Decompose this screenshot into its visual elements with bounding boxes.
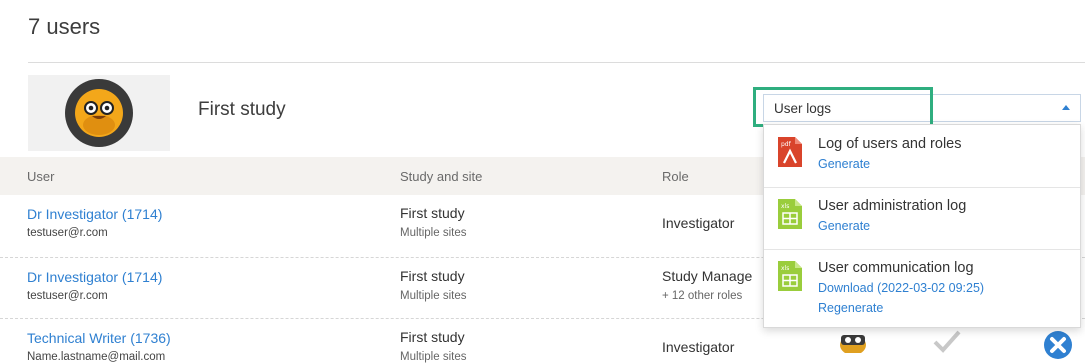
user-link[interactable]: Dr Investigator (1714) (27, 206, 162, 222)
role-other-count: + 12 other roles (662, 290, 743, 302)
user-email: testuser@r.com (27, 290, 108, 302)
user-email: testuser@r.com (27, 227, 108, 239)
pdf-icon: pdf (778, 137, 802, 167)
xls-icon: xls (778, 199, 802, 229)
menu-item-title: User communication log (818, 260, 974, 276)
study-name-cell: First study (400, 268, 465, 284)
sites-cell: Multiple sites (400, 227, 467, 239)
user-link[interactable]: Technical Writer (1736) (27, 330, 171, 346)
user-link[interactable]: Dr Investigator (1714) (27, 269, 162, 285)
page-title: 7 users (28, 14, 101, 39)
svg-text:pdf: pdf (781, 141, 792, 148)
study-name-cell: First study (400, 205, 465, 221)
generate-link[interactable]: Generate (818, 157, 870, 171)
caret-up-icon (1062, 105, 1070, 110)
sites-cell: Multiple sites (400, 351, 467, 363)
column-header-role: Role (662, 169, 689, 184)
regenerate-link[interactable]: Regenerate (818, 301, 883, 315)
divider (28, 62, 1085, 63)
svg-text:xls: xls (781, 203, 789, 210)
checkmark-icon (933, 330, 961, 353)
column-header-study-site: Study and site (400, 169, 483, 184)
menu-item-communication-log[interactable]: xls User communication log Download (202… (764, 249, 1080, 327)
tools-icon[interactable] (1043, 330, 1073, 360)
column-header-user: User (27, 169, 55, 184)
role-cell: Investigator (662, 339, 735, 355)
study-logo (28, 75, 170, 151)
menu-item-title: User administration log (818, 198, 967, 214)
menu-item-title: Log of users and roles (818, 136, 962, 152)
study-name-cell: First study (400, 329, 465, 345)
menu-item-admin-log[interactable]: xls User administration log Generate (764, 187, 1080, 250)
user-email: Name.lastname@mail.com (27, 351, 166, 363)
highlight-box (753, 87, 933, 127)
role-cell: Study Manage (662, 268, 753, 284)
role-cell: Investigator (662, 215, 735, 231)
sites-cell: Multiple sites (400, 290, 467, 302)
generate-link[interactable]: Generate (818, 219, 870, 233)
download-link[interactable]: Download (2022-03-02 09:25) (818, 281, 984, 295)
xls-icon: xls (778, 261, 802, 291)
user-logs-menu: pdf Log of users and roles Generate xls … (763, 124, 1081, 328)
study-name: First study (198, 99, 286, 120)
owl-icon (840, 335, 866, 353)
svg-text:xls: xls (781, 265, 789, 272)
menu-item-users-roles-log[interactable]: pdf Log of users and roles Generate (764, 125, 1080, 188)
